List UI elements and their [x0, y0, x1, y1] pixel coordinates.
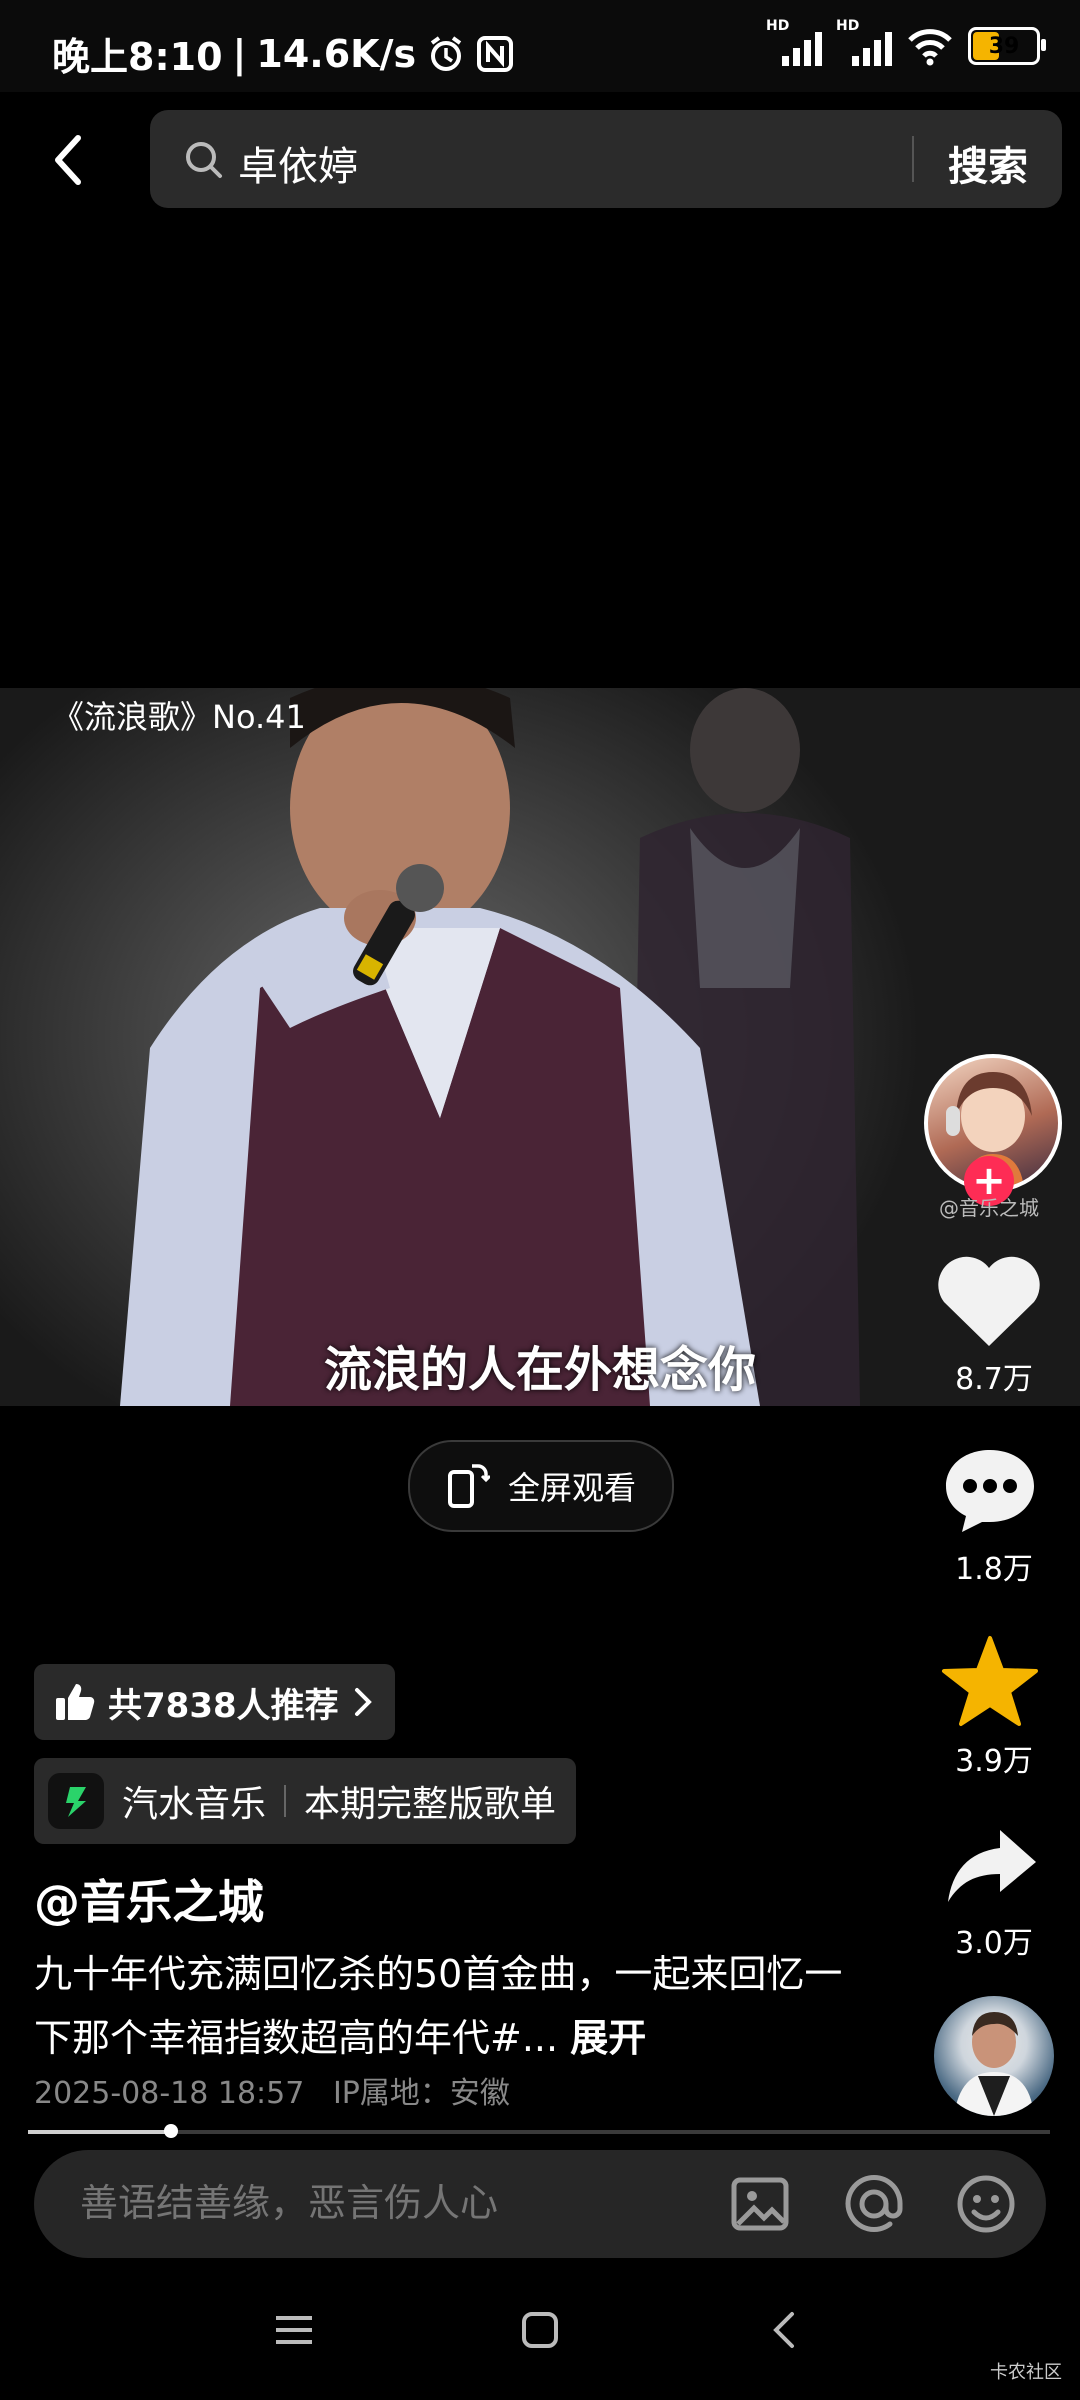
- battery-icon: 39: [968, 27, 1046, 65]
- video-player[interactable]: [0, 688, 1080, 1406]
- comment-input[interactable]: [78, 2180, 702, 2226]
- status-time: 晚上8:10: [52, 35, 223, 79]
- search-button[interactable]: 搜索: [948, 134, 1028, 192]
- menu-nav-icon[interactable]: [270, 2306, 318, 2354]
- expand-button[interactable]: 展开: [570, 2016, 646, 2060]
- status-left: 晚上8:10 | 14.6K/s: [52, 26, 514, 81]
- emoji-icon[interactable]: [954, 2172, 1018, 2236]
- progress-track[interactable]: [28, 2130, 1050, 2134]
- status-separator: |: [232, 31, 247, 76]
- heart-icon: [938, 1256, 1040, 1346]
- star-icon: [942, 1636, 1038, 1726]
- like-button[interactable]: [934, 1254, 1044, 1354]
- network-speed: 14.6K/s: [256, 31, 417, 76]
- caption-text: 九十年代充满回忆杀的50首金曲，一起来回忆一下那个幸福指数超高的年代#...: [34, 1952, 843, 2060]
- image-icon[interactable]: [728, 2172, 792, 2236]
- battery-level: 39: [988, 33, 1020, 59]
- chip-separator: [284, 1785, 287, 1817]
- back-button[interactable]: [40, 122, 104, 198]
- recommend-text: 共7838人推荐: [108, 1685, 339, 1726]
- like-count: 8.7万: [955, 1362, 1033, 1397]
- video-subtitle: 流浪的人在外想念你: [323, 1342, 756, 1398]
- favorite-count: 3.9万: [955, 1744, 1033, 1779]
- post-timestamp: 2025-08-18 18:57: [34, 2076, 305, 2111]
- thumbs-up-icon: [56, 1684, 95, 1720]
- search-query[interactable]: 卓依婷: [238, 134, 358, 192]
- rotate-screen-icon: [447, 1464, 490, 1508]
- comment-bar: [34, 2150, 1046, 2258]
- chevron-left-icon: [55, 135, 81, 185]
- music-link-text: 本期完整版歌单: [304, 1784, 557, 1825]
- fullscreen-button[interactable]: 全屏观看: [408, 1440, 674, 1532]
- share-button[interactable]: [944, 1826, 1040, 1910]
- share-count: 3.0万: [955, 1926, 1033, 1961]
- fullscreen-label: 全屏观看: [507, 1469, 636, 1507]
- progress-fill: [28, 2130, 172, 2134]
- watermark: 卡农社区: [990, 2362, 1062, 2383]
- post-meta: 2025-08-18 18:57 IP属地：安徽: [34, 2068, 510, 2112]
- status-right: HD HD 39: [766, 18, 1046, 66]
- music-disc-avatar[interactable]: [934, 1996, 1054, 2116]
- comment-count: 1.8万: [955, 1552, 1033, 1587]
- ip-location: IP属地：安徽: [332, 2076, 510, 2111]
- video-caption: 九十年代充满回忆杀的50首金曲，一起来回忆一下那个幸福指数超高的年代#... 展…: [34, 1942, 854, 2070]
- recommend-chip[interactable]: 共7838人推荐: [34, 1664, 395, 1740]
- comment-button[interactable]: [940, 1444, 1040, 1540]
- mention-icon[interactable]: [842, 2172, 906, 2236]
- music-app-name: 汽水音乐: [122, 1784, 267, 1825]
- music-disc-image: [954, 2012, 1034, 2116]
- home-nav-icon[interactable]: [516, 2306, 564, 2354]
- chevron-right-icon: [354, 1688, 372, 1716]
- back-nav-icon[interactable]: [762, 2306, 810, 2354]
- signal-2-icon: HD: [836, 18, 892, 66]
- signal-1-icon: HD: [766, 18, 822, 66]
- search-box[interactable]: 卓依婷 搜索: [150, 110, 1062, 208]
- alarm-icon: [430, 35, 462, 71]
- share-arrow-icon: [948, 1830, 1036, 1902]
- nfc-icon: [477, 35, 514, 72]
- progress-handle[interactable]: [164, 2124, 179, 2138]
- search-icon: [186, 142, 222, 178]
- qishui-music-logo: [48, 1773, 104, 1829]
- favorite-button[interactable]: [940, 1634, 1040, 1732]
- wifi-icon: [908, 29, 952, 66]
- avatar-handle: @音乐之城: [939, 1196, 1039, 1220]
- video-frame: [120, 688, 860, 1406]
- author-name[interactable]: @音乐之城: [34, 1866, 264, 1932]
- comment-icon: [946, 1450, 1034, 1532]
- music-chip[interactable]: 汽水音乐 本期完整版歌单: [34, 1758, 577, 1844]
- search-divider: [912, 136, 914, 182]
- video-title: 《流浪歌》No.41: [52, 698, 306, 736]
